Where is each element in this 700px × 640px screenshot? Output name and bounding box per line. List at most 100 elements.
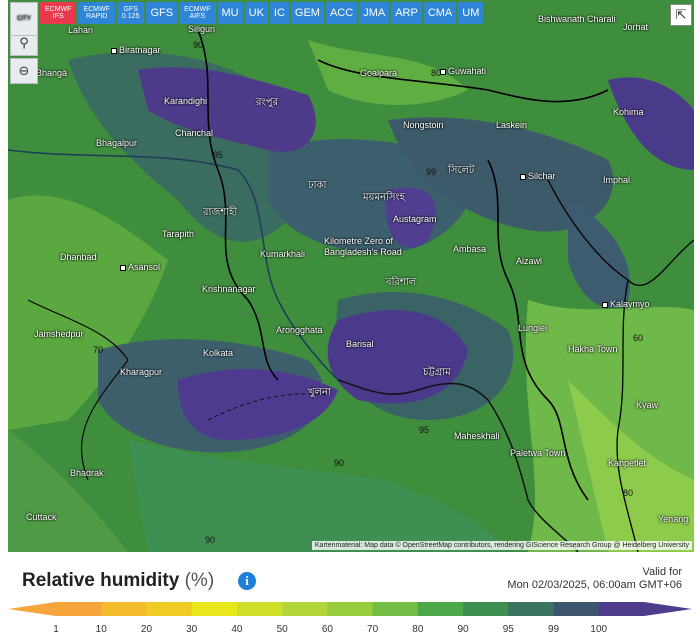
color-scale-segment bbox=[327, 602, 374, 616]
city-label: Goalpara bbox=[360, 68, 398, 78]
city-label: Nongstoin bbox=[403, 120, 444, 130]
city-label: Kanpetlet bbox=[608, 458, 647, 468]
city-label: Bhadrak bbox=[70, 468, 104, 478]
valid-label: Valid for bbox=[642, 566, 682, 578]
valid-time-value: Mon 02/03/2025, 06:00am GMT+06 bbox=[507, 579, 682, 591]
contour-label: 90 bbox=[193, 40, 204, 50]
city-label: Aizawl bbox=[516, 256, 543, 266]
contour-label: 90 bbox=[205, 535, 216, 545]
model-button[interactable]: IC bbox=[269, 2, 289, 24]
color-scale-segment bbox=[598, 602, 645, 616]
model-button-label: GFS bbox=[150, 6, 174, 19]
model-button[interactable]: GFS 0.125 bbox=[116, 2, 145, 24]
model-button[interactable]: JMA bbox=[359, 2, 390, 24]
region-label: রাজশাহী bbox=[203, 207, 238, 218]
zoom-out-button[interactable]: ⊖ bbox=[10, 58, 38, 84]
city-label: Kohima bbox=[613, 107, 644, 117]
model-button-label: IC bbox=[273, 6, 285, 19]
map-controls: ↻ ⚲ ⊖ CITY bbox=[10, 2, 38, 84]
city-label: Jorhat bbox=[623, 22, 649, 32]
legend-title: Relative humidity (%) bbox=[22, 570, 214, 592]
city-label: Lahan bbox=[68, 25, 94, 35]
color-scale-segment bbox=[236, 602, 283, 616]
contour-label: 70 bbox=[93, 345, 104, 355]
model-button-label: ECMWF bbox=[83, 6, 110, 13]
city-label: Kyaw bbox=[636, 400, 659, 410]
color-scale-segment bbox=[282, 602, 328, 616]
model-button-label: JMA bbox=[363, 6, 386, 19]
city-label: Asansol bbox=[120, 262, 160, 272]
color-scale-segment bbox=[417, 602, 464, 616]
city-toggle-button[interactable]: CITY bbox=[10, 2, 38, 36]
model-button[interactable]: GFS bbox=[146, 2, 178, 24]
model-button[interactable]: MU bbox=[217, 2, 243, 24]
color-scale-segment bbox=[553, 602, 600, 616]
city-label: Lunglei bbox=[518, 323, 548, 333]
city-label: Biratnagar bbox=[111, 45, 161, 55]
color-scale-tick-label: 90 bbox=[457, 624, 469, 635]
share-icon: ⇱ bbox=[675, 7, 687, 23]
city-label: Paletwa Town bbox=[510, 448, 566, 458]
color-scale-tick-label: 20 bbox=[140, 624, 153, 635]
humidity-map[interactable]: 90 95 80 70 60 99 90 95 90 80 রংপুর ময়ম… bbox=[8, 0, 694, 552]
contour-label: 60 bbox=[633, 333, 644, 343]
city-label: Dhanbad bbox=[60, 252, 97, 262]
region-label: ময়মনসিংহ bbox=[363, 192, 405, 203]
city-label: Kharagpur bbox=[120, 367, 163, 377]
model-button-sublabel: 0.125 bbox=[121, 13, 140, 20]
color-scale-tick-label: 50 bbox=[276, 624, 288, 635]
region-label: বরিশাল bbox=[386, 277, 417, 288]
model-button-label: UK bbox=[248, 6, 264, 19]
model-button-label: ECMWF bbox=[45, 6, 72, 13]
model-button[interactable]: UM bbox=[458, 2, 484, 24]
city-label: Ambasa bbox=[453, 244, 487, 254]
valid-time: Valid for Mon 02/03/2025, 06:00am GMT+06 bbox=[507, 566, 682, 592]
color-scale-tick-label: 100 bbox=[590, 624, 608, 635]
city-label: Krishnanagar bbox=[202, 284, 256, 294]
city-label: Austagram bbox=[393, 214, 437, 224]
model-button[interactable]: ECMWF IFS bbox=[40, 2, 77, 24]
color-scale-tick-label: 99 bbox=[547, 624, 560, 635]
color-scale-arrow-low bbox=[8, 602, 56, 616]
city-label: Chanchal bbox=[175, 128, 214, 138]
color-scale-tick-label: 70 bbox=[367, 624, 379, 635]
city-label: Kumarkhali bbox=[260, 249, 306, 259]
color-scale-tick-label: 10 bbox=[95, 624, 107, 635]
color-scale-tick-label: 80 bbox=[412, 624, 424, 635]
model-button[interactable]: ACC bbox=[325, 2, 358, 24]
city-label: Bishwanath Charali bbox=[538, 14, 616, 24]
city-label: Siliguri bbox=[188, 24, 216, 34]
city-label: Guwahati bbox=[440, 66, 486, 76]
city-label: Kalaymyo bbox=[602, 299, 650, 309]
city-label: Cuttack bbox=[26, 512, 57, 522]
share-button[interactable]: ⇱ bbox=[670, 4, 692, 26]
map-canvas bbox=[8, 0, 694, 552]
map-attribution[interactable]: Kartenmaterial: Map data © OpenStreetMap… bbox=[311, 541, 692, 550]
color-scale-segment bbox=[56, 602, 102, 616]
color-scale bbox=[8, 602, 692, 616]
model-button-label: CMA bbox=[427, 6, 453, 19]
model-button-label: UM bbox=[462, 6, 480, 19]
color-scale-tick-label: 1 bbox=[53, 624, 59, 635]
model-button[interactable]: CMA bbox=[423, 2, 457, 24]
color-scale-segment bbox=[146, 602, 193, 616]
city-label: Laskein bbox=[496, 120, 528, 130]
model-button[interactable]: UK bbox=[244, 2, 268, 24]
city-label: Karandighi bbox=[164, 96, 208, 106]
model-button[interactable]: ARP bbox=[391, 2, 422, 24]
model-button-label: ACC bbox=[329, 6, 354, 19]
model-button[interactable]: GEM bbox=[290, 2, 324, 24]
zoom-out-icon: ⊖ bbox=[18, 63, 30, 79]
model-button-sublabel: RAPID bbox=[85, 13, 108, 20]
city-label: Barisal bbox=[346, 339, 374, 349]
info-icon[interactable]: i bbox=[238, 572, 256, 590]
color-scale-segment bbox=[372, 602, 419, 616]
region-label: ঢাকা bbox=[308, 180, 327, 191]
contour-label: 95 bbox=[419, 425, 430, 435]
model-selector: ECMWF IFS ECMWF RAPID GFS 0.125 GFS ECMWF AIFS MU… bbox=[40, 2, 484, 24]
city-label: Bhangà bbox=[36, 68, 68, 78]
color-scale-arrow-high bbox=[644, 602, 692, 616]
model-button[interactable]: ECMWF AIFS bbox=[179, 2, 216, 24]
city-label: CITY bbox=[17, 16, 31, 22]
model-button[interactable]: ECMWF RAPID bbox=[78, 2, 115, 24]
